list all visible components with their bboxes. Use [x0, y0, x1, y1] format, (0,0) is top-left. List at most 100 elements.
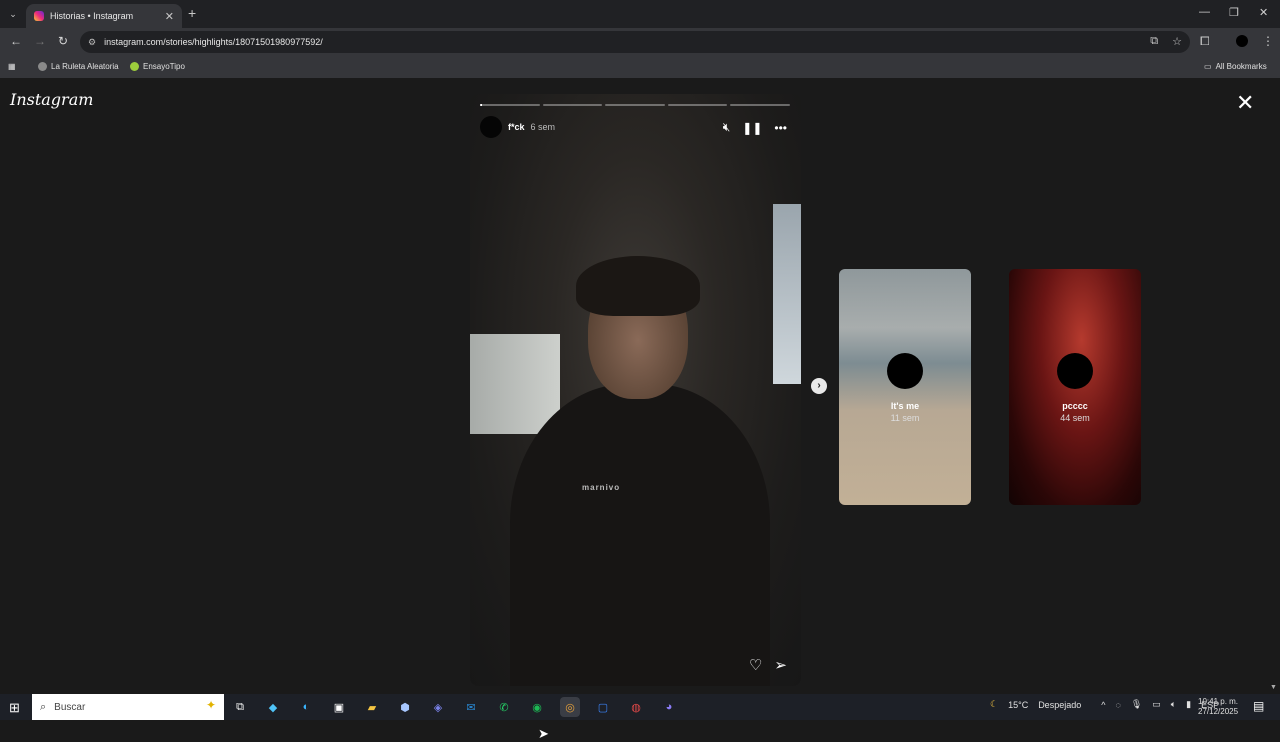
restore-icon[interactable]: ❐: [1229, 6, 1239, 19]
bookmark-star-icon[interactable]: ☆: [1172, 35, 1182, 48]
task-view-icon[interactable]: ⧉: [230, 697, 250, 717]
taskbar-clock[interactable]: 10:41 p. m. 27/12/2025: [1198, 697, 1238, 717]
story-image-hoodie: [510, 384, 770, 686]
windows-taskbar: ⊞ ⌕ Buscar ✦ ⧉ ◆ ◐ ▣ ▰ ⬢ ◈ ✉ ✆ ◉ ◎ ▢ ◍ ◕…: [0, 694, 1280, 720]
story-actions: ♡ ➢: [749, 656, 787, 674]
preview-time: 44 sem: [1060, 413, 1090, 423]
battery-icon[interactable]: ▮: [1186, 699, 1191, 710]
clock-time: 10:41 p. m.: [1198, 697, 1239, 706]
all-bookmarks-label: All Bookmarks: [1215, 62, 1267, 71]
weather-temp[interactable]: 15°C: [1008, 700, 1028, 710]
muted-speaker-icon[interactable]: 🔇︎: [723, 120, 731, 135]
search-highlight-icon[interactable]: ✦: [206, 698, 216, 712]
bookmark-favicon-icon: [130, 62, 139, 71]
weather-text[interactable]: Despejado: [1038, 700, 1081, 710]
clock-date: 27/12/2025: [1198, 707, 1239, 716]
progress-segment: [667, 104, 728, 106]
share-send-icon[interactable]: ➢: [774, 656, 787, 674]
chrome-icon[interactable]: ◎: [560, 697, 580, 717]
story-viewer[interactable]: marnivo f*ck 6 sem 🔇︎ ❚❚ ••• ♡ ➢: [470, 94, 801, 686]
back-icon[interactable]: ←: [10, 34, 22, 48]
taskbar-apps: ⧉ ◆ ◐ ▣ ▰ ⬢ ◈ ✉ ✆ ◉ ◎ ▢ ◍ ◕: [230, 697, 679, 717]
progress-segment: [605, 104, 665, 106]
network-icon[interactable]: ▭: [1152, 699, 1161, 710]
apps-grid-icon[interactable]: ▦: [8, 62, 16, 71]
reload-icon[interactable]: ↻: [58, 34, 68, 48]
progress-segment: [480, 104, 540, 106]
bookmark-favicon-icon: [38, 62, 47, 71]
instagram-logo[interactable]: Instagram: [10, 90, 93, 109]
url-text: instagram.com/stories/highlights/1807150…: [104, 37, 323, 47]
story-username[interactable]: f*ck: [508, 122, 525, 132]
preview-name: pcccc: [1062, 401, 1088, 411]
tray-overflow-icon[interactable]: ^: [1101, 700, 1105, 710]
story-image-window-right: [773, 204, 801, 384]
teams-icon[interactable]: ◈: [428, 697, 448, 717]
taskbar-search[interactable]: ⌕ Buscar ✦: [32, 694, 224, 720]
window-close-icon[interactable]: ✕: [1259, 6, 1268, 19]
notifications-icon[interactable]: ▤: [1253, 699, 1264, 713]
story-preview-its-me[interactable]: It's me 11 sem: [839, 269, 971, 505]
bookmark-ensayotipo[interactable]: EnsayoTipo: [130, 62, 185, 71]
story-time: 6 sem: [530, 122, 556, 132]
volume-icon[interactable]: 🔈︎: [1171, 699, 1176, 710]
windows-start-icon[interactable]: ⊞: [9, 700, 20, 716]
extensions-icon[interactable]: ⧠: [1200, 34, 1210, 49]
tab-title: Historias • Instagram: [50, 11, 134, 21]
story-controls: 🔇︎ ❚❚ •••: [723, 120, 787, 135]
instagram-stories-page: Instagram ✕ marnivo f*ck 6 sem 🔇︎ ❚❚ •••…: [0, 80, 1280, 741]
file-explorer-icon[interactable]: ▰: [362, 697, 382, 717]
spotify-icon[interactable]: ◉: [527, 697, 547, 717]
bookmark-label: EnsayoTipo: [143, 62, 185, 71]
browser-toolbar: ← → ↻ ⚙ instagram.com/stories/highlights…: [0, 28, 1280, 56]
microphone-icon[interactable]: 🎙︎: [1131, 699, 1142, 710]
roblox-icon[interactable]: ▢: [593, 697, 613, 717]
close-stories-icon[interactable]: ✕: [1236, 92, 1254, 114]
like-heart-icon[interactable]: ♡: [749, 656, 762, 674]
whatsapp-icon[interactable]: ✆: [494, 697, 514, 717]
browser-tab-strip: ⌄ Historias • Instagram ✕ + — ❐ ✕: [0, 0, 1280, 28]
system-tray: ☾ 15°C Despejado ^ ◌ 🎙︎ ▭ 🔈︎ ▮ ESP: [990, 699, 1219, 710]
bookmark-label: La Ruleta Aleatoria: [51, 62, 119, 71]
progress-segment-fill: [480, 104, 482, 106]
progress-segment: [730, 104, 790, 106]
discord-icon[interactable]: ◕: [659, 697, 679, 717]
weather-moon-icon[interactable]: ☾: [990, 699, 998, 710]
tab-search-icon[interactable]: ⌄: [6, 7, 20, 21]
folder-icon: ▭: [1204, 62, 1212, 71]
meet-icon[interactable]: ◌: [1115, 700, 1120, 710]
story-preview-pcccc[interactable]: pcccc 44 sem: [1009, 269, 1141, 505]
site-info-icon[interactable]: ⚙: [88, 37, 96, 48]
more-options-icon[interactable]: •••: [774, 121, 787, 135]
story-image-window-left: [470, 334, 560, 434]
app-circle-icon[interactable]: ◍: [626, 697, 646, 717]
store-icon[interactable]: ▣: [329, 697, 349, 717]
story-author-avatar[interactable]: [480, 116, 502, 138]
all-bookmarks[interactable]: ▭ All Bookmarks: [1204, 62, 1267, 71]
copilot-icon[interactable]: ◆: [263, 697, 283, 717]
story-shirt-text: marnivo: [582, 483, 621, 492]
new-tab-button[interactable]: +: [188, 5, 196, 21]
pause-icon[interactable]: ❚❚: [742, 121, 762, 135]
tab-close-icon[interactable]: ✕: [165, 10, 174, 23]
forward-icon[interactable]: →: [34, 34, 46, 48]
preview-name: It's me: [890, 401, 920, 411]
scroll-down-icon[interactable]: ▼: [1270, 684, 1277, 691]
outlook-icon[interactable]: ✉: [461, 697, 481, 717]
progress-segment: [542, 104, 603, 106]
address-bar[interactable]: ⚙ instagram.com/stories/highlights/18071…: [80, 31, 1190, 53]
preview-avatar: [1057, 353, 1093, 389]
mouse-cursor-icon: ➤: [538, 726, 549, 741]
install-app-icon[interactable]: ⧉: [1150, 35, 1158, 48]
profile-avatar[interactable]: [1236, 35, 1248, 47]
story-progress-bar: [480, 104, 790, 106]
preview-time: 11 sem: [890, 413, 920, 423]
browser-menu-icon[interactable]: ⋮: [1262, 34, 1274, 48]
instagram-favicon-icon: [34, 11, 44, 21]
minimize-icon[interactable]: —: [1199, 6, 1210, 18]
edge-icon[interactable]: ◐: [296, 697, 316, 717]
next-story-chevron-icon[interactable]: ›: [811, 378, 827, 394]
cube-app-icon[interactable]: ⬢: [395, 697, 415, 717]
bookmark-la-ruleta[interactable]: La Ruleta Aleatoria: [38, 62, 119, 71]
browser-tab-active[interactable]: Historias • Instagram ✕: [26, 4, 182, 28]
